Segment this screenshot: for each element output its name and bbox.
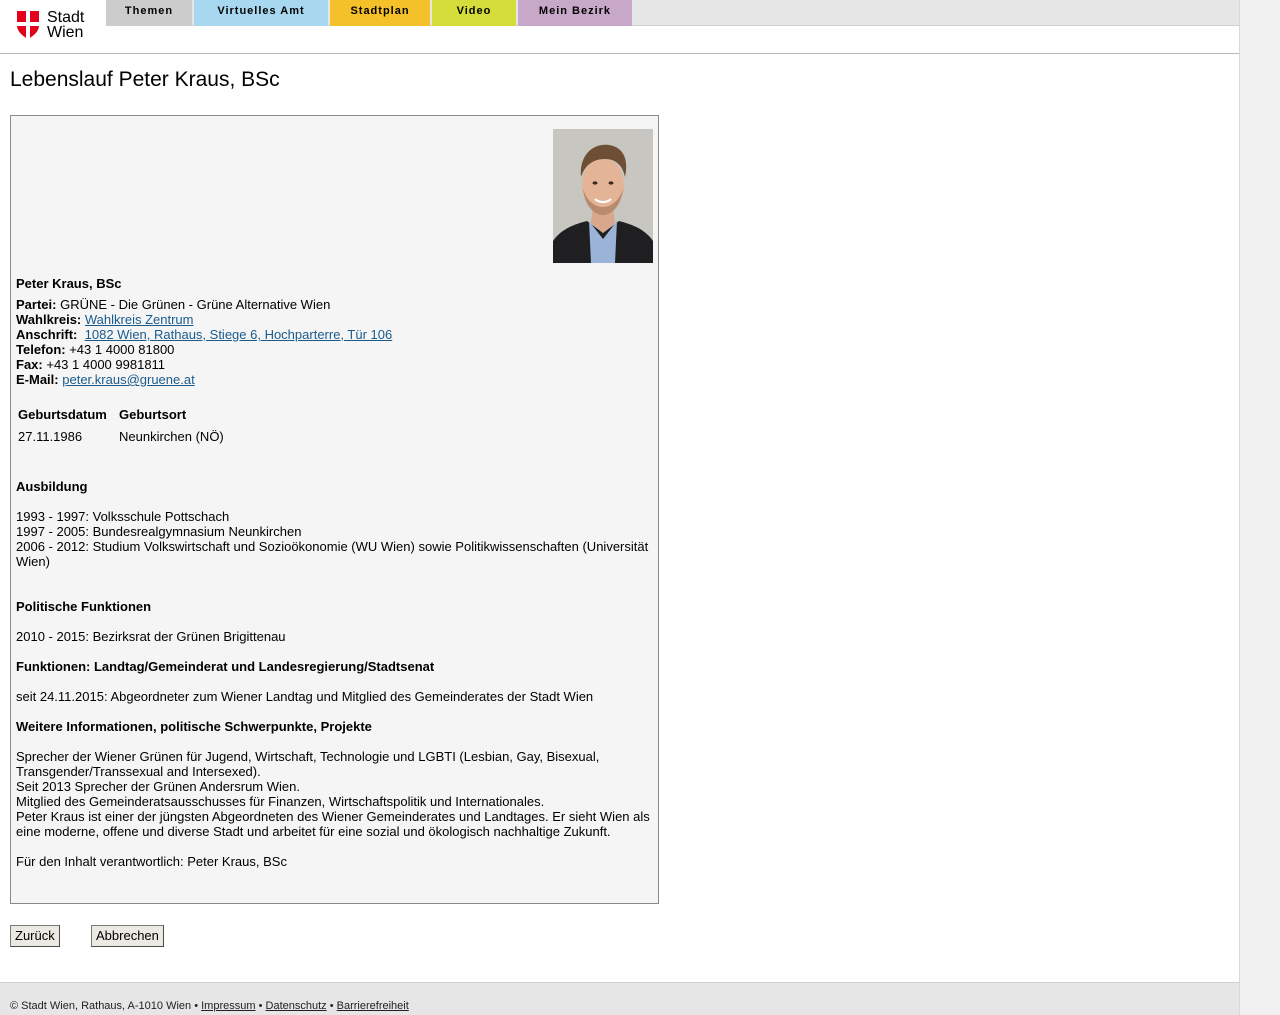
weitere-paragraph: Seit 2013 Sprecher der Grünen Andersrum … [16,779,300,794]
birth-table-header-date: Geburtsdatum [18,407,107,422]
vienna-shield-icon [17,11,39,39]
fax-row: Fax: +43 1 4000 9981811 [16,357,165,372]
ausbildung-heading: Ausbildung [16,479,88,494]
logo-wordmark: Stadt Wien [47,9,85,41]
main-nav: Themen Virtuelles Amt Stadtplan Video Me… [106,0,1239,26]
telefon-label: Telefon: [16,342,66,357]
ausbildung-item: 1993 - 1997: Volksschule Pottschach [16,509,230,524]
nav-tab-virtuelles-amt[interactable]: Virtuelles Amt [194,0,328,26]
polit-text: 2010 - 2015: Bezirksrat der Grünen Brigi… [16,629,286,644]
datenschutz-link[interactable]: Datenschutz [266,1000,327,1012]
email-label: E-Mail: [16,372,59,387]
nav-tab-mein-bezirk[interactable]: Mein Bezirk [518,0,632,26]
scrollbar-gutter [1240,0,1280,1015]
funktionen-text: seit 24.11.2015: Abgeordneter zum Wiener… [16,689,594,704]
anschrift-row: Anschrift: 1082 Wien, Rathaus, Stiege 6,… [16,327,392,342]
anschrift-label: Anschrift: [16,327,78,342]
partei-row: Partei: GRÜNE - Die Grünen - Grüne Alter… [16,297,330,312]
polit-heading: Politische Funktionen [16,599,152,614]
footer-copyright: © Stadt Wien, Rathaus, A-1010 Wien • [10,1000,199,1012]
partei-label: Partei: [16,297,57,312]
fax-label: Fax: [16,357,43,372]
logo-line-stadt: Stadt [47,9,85,26]
person-portrait-icon [553,129,653,263]
birth-date-value: 27.11.1986 [18,429,83,444]
site-header: Stadt Wien Themen Virtuelles Amt Stadtpl… [0,0,1239,54]
footer-separator: • [258,1000,263,1012]
email-link[interactable]: peter.kraus@gruene.at [62,372,194,387]
wahlkreis-link[interactable]: Wahlkreis Zentrum [85,312,194,327]
site-footer: © Stadt Wien, Rathaus, A-1010 Wien • Imp… [0,982,1239,1015]
weitere-paragraph: Peter Kraus ist einer der jüngsten Abgeo… [16,809,650,839]
impressum-link[interactable]: Impressum [201,1000,255,1012]
anschrift-link[interactable]: 1082 Wien, Rathaus, Stiege 6, Hochparter… [85,327,393,342]
footer-text: © Stadt Wien, Rathaus, A-1010 Wien • Imp… [10,1000,409,1012]
back-button[interactable]: Zurück [10,925,60,947]
page: Stadt Wien Themen Virtuelles Amt Stadtpl… [0,0,1240,1015]
birth-place-value: Neunkirchen (NÖ) [119,429,224,444]
cancel-button[interactable]: Abbrechen [91,925,164,947]
logo-line-wien: Wien [47,24,84,41]
verantwortlich-note: Für den Inhalt verantwortlich: Peter Kra… [16,854,287,869]
telefon-row: Telefon: +43 1 4000 81800 [16,342,174,357]
stadt-wien-logo[interactable]: Stadt Wien [17,10,97,42]
partei-value: GRÜNE - Die Grünen - Grüne Alternative W… [60,297,331,312]
weitere-paragraph: Sprecher der Wiener Grünen für Jugend, W… [16,749,600,779]
wahlkreis-row: Wahlkreis: Wahlkreis Zentrum [16,312,194,327]
telefon-value: +43 1 4000 81800 [69,342,175,357]
page-title: Lebenslauf Peter Kraus, BSc [10,68,280,91]
fax-value: +43 1 4000 9981811 [46,357,166,372]
profile-name: Peter Kraus, BSc [16,276,122,291]
funktionen-heading: Funktionen: Landtag/Gemeinderat und Land… [16,659,435,674]
footer-separator: • [329,1000,334,1012]
nav-tab-themen[interactable]: Themen [106,0,192,26]
barrierefreiheit-link[interactable]: Barrierefreiheit [337,1000,409,1012]
weitere-paragraph: Mitglied des Gemeinderatsausschusses für… [16,794,545,809]
nav-tab-stadtplan[interactable]: Stadtplan [330,0,430,26]
wahlkreis-label: Wahlkreis: [16,312,82,327]
portrait-photo [553,129,653,263]
ausbildung-item: 1997 - 2005: Bundesrealgymnasium Neunkir… [16,524,302,539]
email-row: E-Mail: peter.kraus@gruene.at [16,372,195,387]
birth-table-header-place: Geburtsort [119,407,187,422]
nav-tab-video[interactable]: Video [432,0,516,26]
weitere-heading: Weitere Informationen, politische Schwer… [16,719,372,734]
profile-box: Peter Kraus, BSc Partei: GRÜNE - Die Grü… [10,115,659,904]
ausbildung-item: 2006 - 2012: Studium Volkswirtschaft und… [16,539,649,569]
